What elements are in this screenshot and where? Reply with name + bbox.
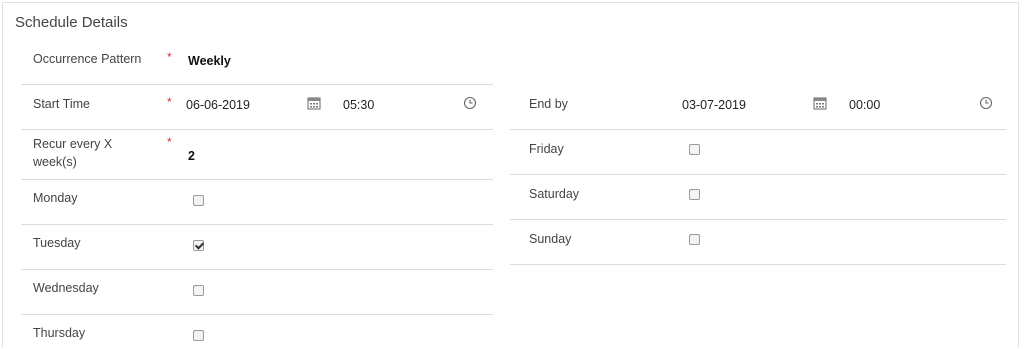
day-row-friday: Friday xyxy=(510,130,1006,175)
start-time-row: Start Time * 06-06-2019 05:30 xyxy=(21,85,493,130)
end-time-input[interactable]: 00:00 xyxy=(849,98,880,112)
end-date-input[interactable]: 03-07-2019 xyxy=(682,98,746,112)
friday-checkbox[interactable] xyxy=(689,144,700,155)
day-row-tuesday: Tuesday xyxy=(21,225,493,270)
day-label: Saturday xyxy=(529,187,580,201)
calendar-icon[interactable] xyxy=(307,96,321,110)
day-label: Thursday xyxy=(33,326,86,340)
start-date-input[interactable]: 06-06-2019 xyxy=(186,98,250,112)
day-label: Monday xyxy=(33,191,78,205)
sunday-checkbox[interactable] xyxy=(689,234,700,245)
day-row-saturday: Saturday xyxy=(510,175,1006,220)
end-by-label: End by xyxy=(529,97,568,111)
occurrence-pattern-label: Occurrence Pattern xyxy=(33,52,142,66)
occurrence-pattern-row: Occurrence Pattern * Weekly xyxy=(21,40,493,85)
day-row-sunday: Sunday xyxy=(510,220,1006,265)
start-time-input[interactable]: 05:30 xyxy=(343,98,374,112)
recur-value-input[interactable]: 2 xyxy=(188,149,195,163)
section-title: Schedule Details xyxy=(15,14,128,31)
saturday-checkbox[interactable] xyxy=(689,189,700,200)
occurrence-pattern-value[interactable]: Weekly xyxy=(188,54,231,68)
day-label: Wednesday xyxy=(33,281,99,295)
calendar-icon[interactable] xyxy=(813,96,827,110)
day-row-monday: Monday xyxy=(21,180,493,225)
required-marker: * xyxy=(167,95,172,109)
wednesday-checkbox[interactable] xyxy=(193,285,204,296)
day-row-wednesday: Wednesday xyxy=(21,270,493,315)
recur-label-line2: week(s) xyxy=(33,155,77,169)
day-label: Sunday xyxy=(529,232,572,246)
recur-label-line1: Recur every X xyxy=(33,137,113,151)
start-time-label: Start Time xyxy=(33,97,90,111)
required-marker: * xyxy=(167,50,172,64)
clock-icon[interactable] xyxy=(463,96,477,110)
day-row-thursday: Thursday xyxy=(21,315,493,349)
required-marker: * xyxy=(167,135,172,149)
end-by-row: End by 03-07-2019 00:00 xyxy=(510,85,1006,130)
day-label: Friday xyxy=(529,142,564,156)
day-label: Tuesday xyxy=(33,236,81,250)
tuesday-checkbox[interactable] xyxy=(193,240,204,251)
schedule-details-panel: Schedule Details Occurrence Pattern * We… xyxy=(2,2,1019,348)
thursday-checkbox[interactable] xyxy=(193,330,204,341)
recur-row: Recur every X week(s) * 2 xyxy=(21,130,493,180)
clock-icon[interactable] xyxy=(979,96,993,110)
monday-checkbox[interactable] xyxy=(193,195,204,206)
